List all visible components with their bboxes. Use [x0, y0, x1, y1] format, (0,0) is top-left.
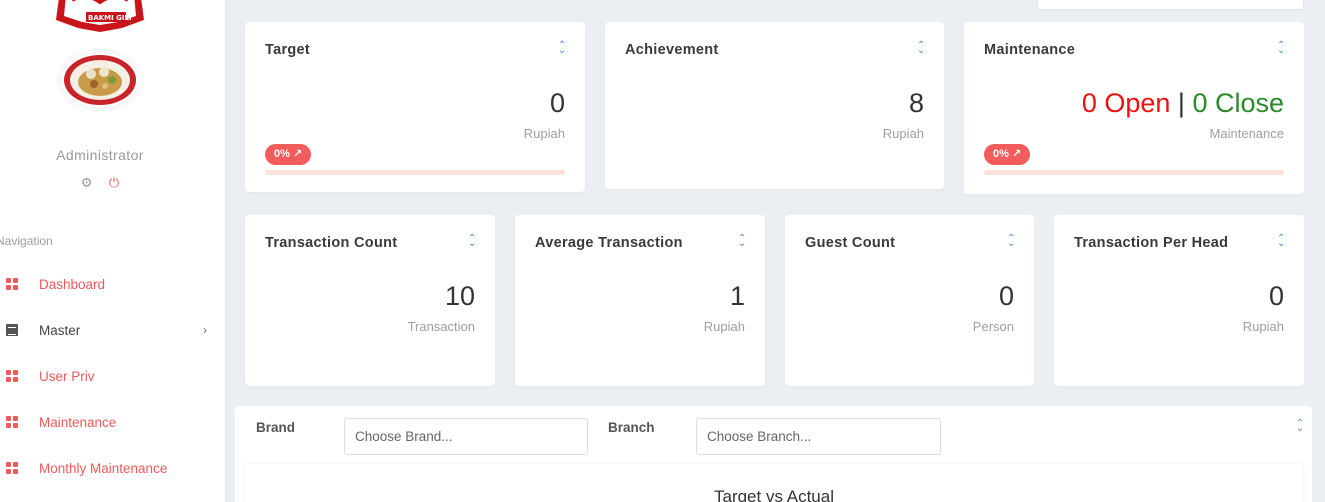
sidebar-item-monthly-maintenance[interactable]: Monthly Maintenance: [0, 453, 225, 483]
sidebar-item-user-priv[interactable]: User Priv: [0, 361, 225, 391]
svg-text:BAKMI GILI: BAKMI GILI: [88, 14, 132, 22]
card-title: Achievement: [625, 42, 719, 58]
maintenance-badge: 0% ↗: [984, 144, 1031, 165]
badge-text: 0%: [993, 148, 1009, 160]
card-title: Target: [265, 42, 311, 58]
sidebar-item-maintenance[interactable]: Maintenance: [0, 407, 225, 437]
chevron-right-icon: ›: [203, 323, 207, 337]
gear-icon[interactable]: ⚙: [81, 175, 93, 191]
achievement-card: Achievement 8 Rupiah: [605, 22, 944, 189]
nav-title: Navigation: [0, 234, 53, 248]
target-progress-bar: [265, 170, 565, 175]
collapse-toggle-icon[interactable]: [1276, 41, 1286, 58]
average-transaction-card: Average Transaction 1 Rupiah: [515, 215, 765, 386]
maintenance-unit: Maintenance: [1209, 126, 1284, 141]
average-transaction-value: 1: [729, 281, 745, 311]
list-icon: [6, 324, 18, 336]
maintenance-separator: |: [1177, 88, 1185, 118]
collapse-toggle-icon[interactable]: [1006, 234, 1016, 251]
collapse-toggle-icon[interactable]: [557, 41, 567, 58]
transaction-per-head-card: Transaction Per Head 0 Rupiah: [1054, 215, 1304, 386]
target-card: Target 0 Rupiah 0% ↗: [245, 22, 585, 192]
power-icon[interactable]: ⏻: [109, 175, 119, 191]
transaction-count-unit: Transaction: [407, 319, 475, 334]
branch-label: Branch: [608, 420, 655, 435]
sidebar-item-label: Monthly Maintenance: [39, 460, 168, 476]
transaction-count-card: Transaction Count 10 Transaction: [245, 215, 495, 386]
brand-label: Brand: [256, 420, 296, 435]
transaction-per-head-value: 0: [1268, 281, 1284, 311]
card-title: Average Transaction: [535, 235, 683, 251]
maintenance-card: Maintenance 0 Open | 0 Close Maintenance…: [964, 22, 1304, 194]
maintenance-close: 0 Close: [1192, 88, 1284, 118]
guest-count-unit: Person: [972, 319, 1014, 334]
sidebar-item-label: Maintenance: [39, 414, 117, 430]
sidebar-item-master[interactable]: Master ›: [0, 315, 225, 345]
brand-logo: BAKMI GILI: [52, 0, 148, 40]
achievement-value: 8: [908, 88, 924, 118]
chart-title: Target vs Actual: [713, 487, 834, 502]
user-actions: ⚙ ⏻: [0, 174, 200, 192]
maintenance-progress-bar: [984, 170, 1284, 175]
sidebar-item-dashboard[interactable]: Dashboard: [0, 269, 225, 299]
branch-select[interactable]: [696, 418, 941, 455]
badge-text: 0%: [274, 148, 290, 160]
grid-icon: [6, 462, 18, 474]
average-transaction-unit: Rupiah: [703, 319, 745, 334]
target-unit: Rupiah: [523, 126, 565, 141]
sidebar-item-label: Master: [39, 322, 81, 338]
collapse-toggle-icon[interactable]: [1276, 234, 1286, 251]
trend-up-icon: ↗: [1011, 148, 1022, 160]
filter-panel: Brand Branch Target vs Actual: [235, 406, 1312, 502]
grid-icon: [6, 416, 18, 428]
user-name: Administrator: [56, 147, 144, 163]
sidebar-item-label: User Priv: [39, 368, 95, 384]
top-dropdown[interactable]: [1037, 0, 1304, 10]
sidebar-item-label: Dashboard: [39, 276, 106, 292]
achievement-unit: Rupiah: [882, 126, 924, 141]
collapse-toggle-icon[interactable]: [737, 234, 747, 251]
card-title: Transaction Per Head: [1074, 235, 1229, 251]
grid-icon: [6, 278, 18, 290]
guest-count-value: 0: [998, 281, 1014, 311]
maintenance-open: 0 Open: [1081, 88, 1171, 118]
trend-up-icon: ↗: [292, 148, 303, 160]
grid-icon: [6, 370, 18, 382]
card-title: Guest Count: [805, 235, 896, 251]
card-title: Maintenance: [984, 42, 1076, 58]
target-value: 0: [549, 88, 565, 118]
target-badge: 0% ↗: [265, 144, 312, 165]
collapse-toggle-icon[interactable]: [1295, 419, 1305, 436]
avatar: [58, 50, 142, 110]
sidebar: BAKMI GILI Administrator ⚙ ⏻ Navigation …: [0, 0, 226, 502]
brand-select[interactable]: [344, 418, 588, 455]
collapse-toggle-icon[interactable]: [916, 41, 926, 58]
transaction-count-value: 10: [444, 281, 475, 311]
card-title: Transaction Count: [265, 235, 398, 251]
guest-count-card: Guest Count 0 Person: [785, 215, 1034, 386]
transaction-per-head-unit: Rupiah: [1242, 319, 1284, 334]
maintenance-status: 0 Open | 0 Close: [1082, 88, 1284, 119]
collapse-toggle-icon[interactable]: [467, 234, 477, 251]
chart-panel: Target vs Actual: [245, 464, 1303, 502]
